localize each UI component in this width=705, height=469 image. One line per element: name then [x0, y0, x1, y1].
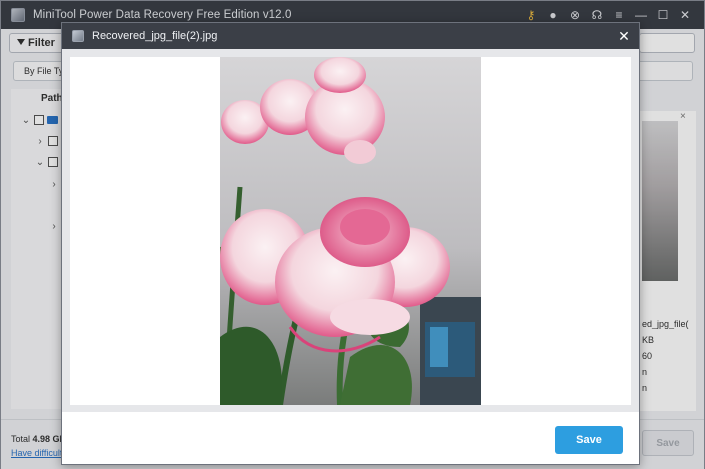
dialog-title: Recovered_jpg_file(2).jpg [92, 30, 218, 42]
preview-image [220, 57, 481, 405]
dialog-close-icon[interactable]: ✕ [615, 23, 633, 49]
rose-photo [220, 57, 481, 405]
preview-dialog: Recovered_jpg_file(2).jpg ✕ Save [61, 22, 640, 465]
image-canvas [70, 57, 631, 405]
image-viewer [62, 49, 639, 411]
dialog-title-bar: Recovered_jpg_file(2).jpg ✕ [62, 23, 639, 49]
save-button[interactable]: Save [555, 426, 623, 454]
dialog-footer: Save [62, 411, 639, 464]
app-logo-icon [72, 30, 84, 42]
